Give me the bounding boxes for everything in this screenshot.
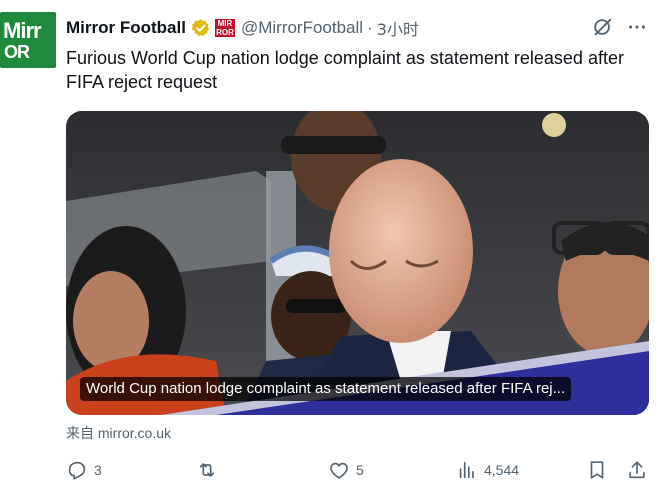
grok-icon[interactable] xyxy=(592,16,614,38)
views-count: 4,544 xyxy=(484,462,520,478)
repost-button[interactable] xyxy=(196,456,224,484)
card-photo xyxy=(66,111,649,415)
post-actions: 3 5 4,544 xyxy=(66,456,652,484)
repost-icon xyxy=(199,463,215,477)
post-time[interactable]: 3小时 xyxy=(377,16,419,40)
share-button[interactable] xyxy=(626,456,648,484)
author-handle[interactable]: @MirrorFootball xyxy=(241,18,363,38)
bookmark-icon xyxy=(590,461,604,479)
share-icon xyxy=(629,461,645,479)
views-button[interactable]: 4,544 xyxy=(456,456,519,484)
source-prefix: 来自 xyxy=(66,426,94,442)
author-name[interactable]: Mirror Football xyxy=(66,18,186,38)
verified-badge-icon[interactable] xyxy=(191,18,211,38)
more-icon[interactable] xyxy=(626,16,648,38)
post-text: Furious World Cup nation lodge complaint… xyxy=(66,48,624,92)
header-separator: · xyxy=(367,18,373,37)
avatar-logo-text-bottom: OR xyxy=(4,42,30,62)
author-avatar[interactable]: Mirr OR xyxy=(0,12,56,68)
avatar-logo-text: Mirr xyxy=(3,18,42,43)
views-icon xyxy=(459,461,474,479)
affiliate-badge-icon[interactable]: MIR ROR xyxy=(214,19,235,37)
card-source[interactable]: 来自 mirror.co.uk xyxy=(66,423,171,443)
reply-button[interactable]: 3 xyxy=(66,456,102,484)
post-header: Mirror Football MIR ROR @MirrorFootball ·… xyxy=(66,16,419,40)
like-button[interactable]: 5 xyxy=(328,456,364,484)
bookmark-button[interactable] xyxy=(586,456,608,484)
reply-count: 3 xyxy=(94,462,102,478)
like-icon xyxy=(330,462,348,479)
link-card[interactable]: World Cup nation lodge complaint as stat… xyxy=(66,111,649,415)
card-title[interactable]: World Cup nation lodge complaint as stat… xyxy=(80,377,572,401)
reply-icon xyxy=(68,461,86,480)
like-count: 5 xyxy=(356,462,364,478)
source-domain[interactable]: mirror.co.uk xyxy=(98,425,171,441)
